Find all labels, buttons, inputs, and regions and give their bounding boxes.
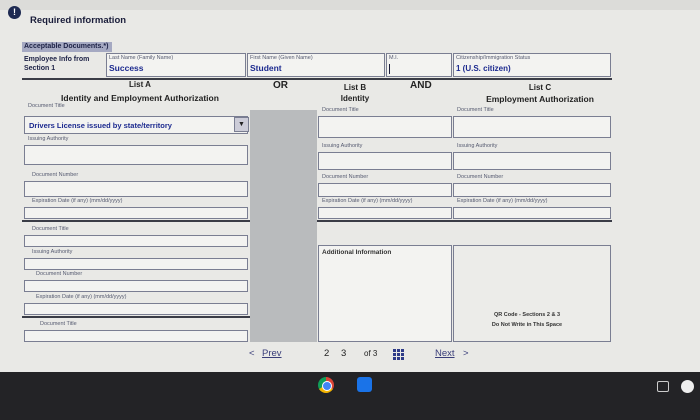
grid-icon[interactable]: [393, 349, 404, 360]
list-b-document-title-label: Document Title: [322, 107, 359, 113]
list-a-heading: List A: [129, 80, 151, 89]
list-c-document-title-label: Document Title: [457, 107, 494, 113]
list-a-issuing-authority-2-field[interactable]: [24, 258, 248, 270]
list-b-subheading: Identity: [340, 94, 370, 103]
next-arrow-icon[interactable]: >: [463, 348, 469, 359]
page-count: of 3: [364, 349, 378, 358]
employee-info-label: Employee Info from Section 1: [24, 55, 89, 73]
first-name-label: First Name (Given Name): [250, 55, 313, 61]
list-a-issuing-authority-field[interactable]: [24, 145, 248, 165]
list-a-document-number-label: Document Number: [32, 172, 79, 178]
list-b-document-title-field[interactable]: [318, 116, 452, 138]
middle-initial-field[interactable]: M.I.: [386, 53, 452, 77]
page-3-link[interactable]: 3: [341, 348, 346, 359]
last-name-value: Success: [109, 63, 144, 73]
list-a-document-select-value: Drivers License issued by state/territor…: [29, 121, 172, 130]
files-icon[interactable]: [357, 377, 372, 392]
prev-arrow-icon[interactable]: <: [249, 348, 255, 359]
additional-information-field[interactable]: [318, 245, 452, 342]
top-bar: [0, 0, 700, 10]
first-name-value: Student: [250, 63, 282, 73]
list-c-document-title-field[interactable]: [453, 116, 611, 138]
acceptable-documents-label: Acceptable Documents.*): [22, 42, 112, 52]
account-icon[interactable]: [681, 380, 694, 393]
info-icon: !: [8, 6, 21, 19]
list-a-document-number-field[interactable]: [24, 181, 248, 197]
column-separator: [250, 110, 317, 342]
citizenship-label: Citizenship/Immigration Status: [456, 55, 531, 61]
qr-code-note: QR Code - Sections 2 & 3 Do Not Write in…: [480, 310, 574, 330]
or-label: OR: [273, 80, 288, 91]
list-c-heading: List C: [528, 83, 552, 92]
list-b-issuing-authority-label: Issuing Authority: [322, 143, 363, 149]
divider: [22, 78, 612, 80]
list-a-subheading: Identity and Employment Authorization: [61, 93, 219, 103]
list-a-document-title-label: Document Title: [28, 103, 65, 109]
list-a-document-number-2-label: Document Number: [36, 271, 83, 277]
list-b-expiration-field[interactable]: [318, 207, 452, 219]
chevron-down-icon[interactable]: ▼: [234, 117, 249, 132]
list-a-document-title-3-label: Document Title: [40, 321, 77, 327]
list-a-document-number-2-field[interactable]: [24, 280, 248, 292]
prev-button[interactable]: Prev: [262, 348, 282, 359]
list-c-document-number-field[interactable]: [453, 183, 611, 197]
middle-initial-label: M.I.: [389, 55, 399, 61]
list-b-document-number-field[interactable]: [318, 183, 452, 197]
last-name-label: Last Name (Family Name): [109, 55, 174, 61]
list-a-document-title-2-field[interactable]: [24, 235, 248, 247]
and-label: AND: [410, 80, 432, 91]
list-a-expiration-label: Expiration Date (if any) (mm/dd/yyyy): [32, 198, 123, 204]
os-taskbar: [0, 372, 700, 420]
next-button[interactable]: Next: [435, 348, 455, 359]
list-c-subheading: Employment Authorization: [486, 94, 594, 104]
list-a-expiration-2-label: Expiration Date (if any) (mm/dd/yyyy): [36, 294, 127, 300]
list-a-issuing-authority-label: Issuing Authority: [28, 136, 69, 142]
divider: [22, 316, 250, 318]
divider: [317, 220, 612, 222]
page-2-link[interactable]: 2: [324, 348, 329, 359]
screen-capture-icon[interactable]: [657, 381, 669, 392]
text-cursor: [389, 64, 390, 74]
list-a-issuing-authority-2-label: Issuing Authority: [32, 249, 73, 255]
list-a-document-title-3-field[interactable]: [24, 330, 248, 342]
list-a-document-title-2-label: Document Title: [32, 226, 69, 232]
qr-code-note-line-2: Do Not Write in This Space: [491, 322, 563, 328]
list-b-expiration-label: Expiration Date (if any) (mm/dd/yyyy): [322, 198, 413, 204]
divider: [22, 220, 250, 222]
list-b-issuing-authority-field[interactable]: [318, 152, 452, 170]
list-c-expiration-label: Expiration Date (if any) (mm/dd/yyyy): [457, 198, 548, 204]
list-a-expiration-field[interactable]: [24, 207, 248, 219]
additional-information-label: Additional Information: [322, 249, 392, 256]
list-c-expiration-field[interactable]: [453, 207, 611, 219]
chrome-icon[interactable]: [318, 377, 334, 393]
qr-code-note-line-1: QR Code - Sections 2 & 3: [493, 312, 560, 318]
form-screen: ! Required information Acceptable Docume…: [0, 0, 700, 372]
list-b-document-number-label: Document Number: [322, 174, 369, 180]
citizenship-value: 1 (U.S. citizen): [456, 64, 511, 73]
employee-info-line-1: Employee Info from: [24, 56, 90, 63]
list-b-heading: List B: [343, 83, 367, 92]
list-a-expiration-2-field[interactable]: [24, 303, 248, 315]
list-c-document-number-label: Document Number: [457, 174, 504, 180]
section-title: Required information: [30, 15, 127, 26]
list-c-issuing-authority-field[interactable]: [453, 152, 611, 170]
employee-info-line-2: Section 1: [24, 65, 56, 72]
list-c-issuing-authority-label: Issuing Authority: [457, 143, 498, 149]
